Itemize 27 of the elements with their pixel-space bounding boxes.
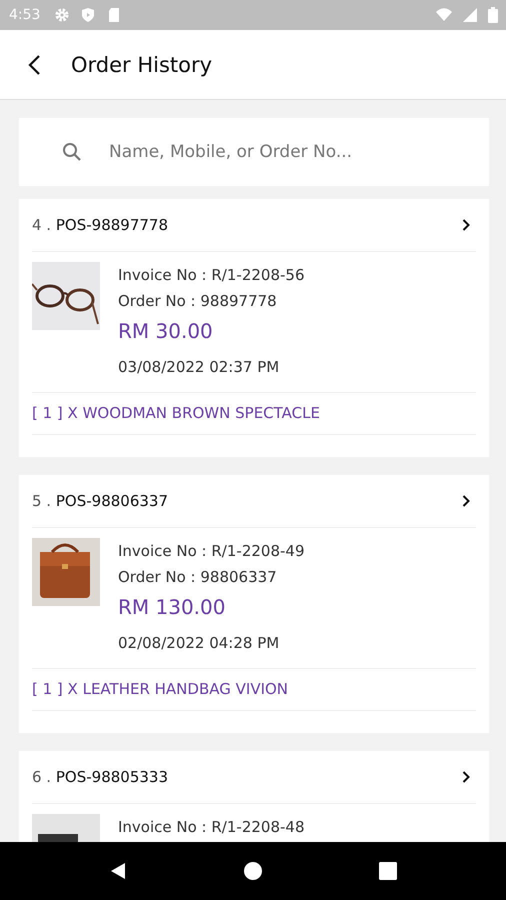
status-time: 4:53 xyxy=(9,7,40,23)
order-date: 02/08/2022 04:28 PM xyxy=(118,633,280,654)
invoice-number: Invoice No : R/1-2208-49 xyxy=(118,541,304,562)
home-nav-icon[interactable] xyxy=(242,861,263,881)
order-card[interactable]: 6 . POS-98805333 Invoice No : R/1-2208-48 xyxy=(19,751,489,842)
order-card[interactable]: 5 . POS-98806337 Invoice No : R/1-2208-49 Order No : 98806337 RM 130.00 02/08/2022 04:28 PM [ 1 ] X LEATHER HANDBAG VIVION xyxy=(19,475,489,733)
order-amount: RM 130.00 xyxy=(118,594,226,621)
order-no: Order No : 98897778 xyxy=(118,291,278,312)
battery-icon xyxy=(488,7,498,23)
order-date: 03/08/2022 02:37 PM xyxy=(118,357,280,378)
signal-icon xyxy=(462,7,478,23)
recents-nav-icon[interactable] xyxy=(378,861,398,881)
wifi-icon xyxy=(436,7,452,23)
order-number: 5 . POS-98806337 xyxy=(32,492,168,510)
order-card[interactable]: 4 . POS-98897778 Invoice No : R/1-2208-56 Order No : 98897778 RM 30.00 03/08/2022 02:37 PM [ 1 ] X WOODMAN BROWN SPECTACLE xyxy=(19,199,489,457)
order-number: 4 . POS-98897778 xyxy=(32,216,168,234)
shield-icon xyxy=(80,7,96,23)
order-number: 6 . POS-98805333 xyxy=(32,768,168,786)
page-title: Order History xyxy=(71,52,212,76)
invoice-number: Invoice No : R/1-2208-56 xyxy=(118,265,304,286)
search-input[interactable]: Name, Mobile, or Order No... xyxy=(107,141,489,163)
order-no: Order No : 98806337 xyxy=(118,567,278,588)
invoice-number: Invoice No : R/1-2208-48 xyxy=(118,817,304,838)
order-item: [ 1 ] X LEATHER HANDBAG VIVION xyxy=(32,680,288,698)
order-amount: RM 30.00 xyxy=(118,318,214,345)
search-field[interactable]: Name, Mobile, or Order No... xyxy=(19,118,489,186)
order-item: [ 1 ] X WOODMAN BROWN SPECTACLE xyxy=(32,404,320,422)
